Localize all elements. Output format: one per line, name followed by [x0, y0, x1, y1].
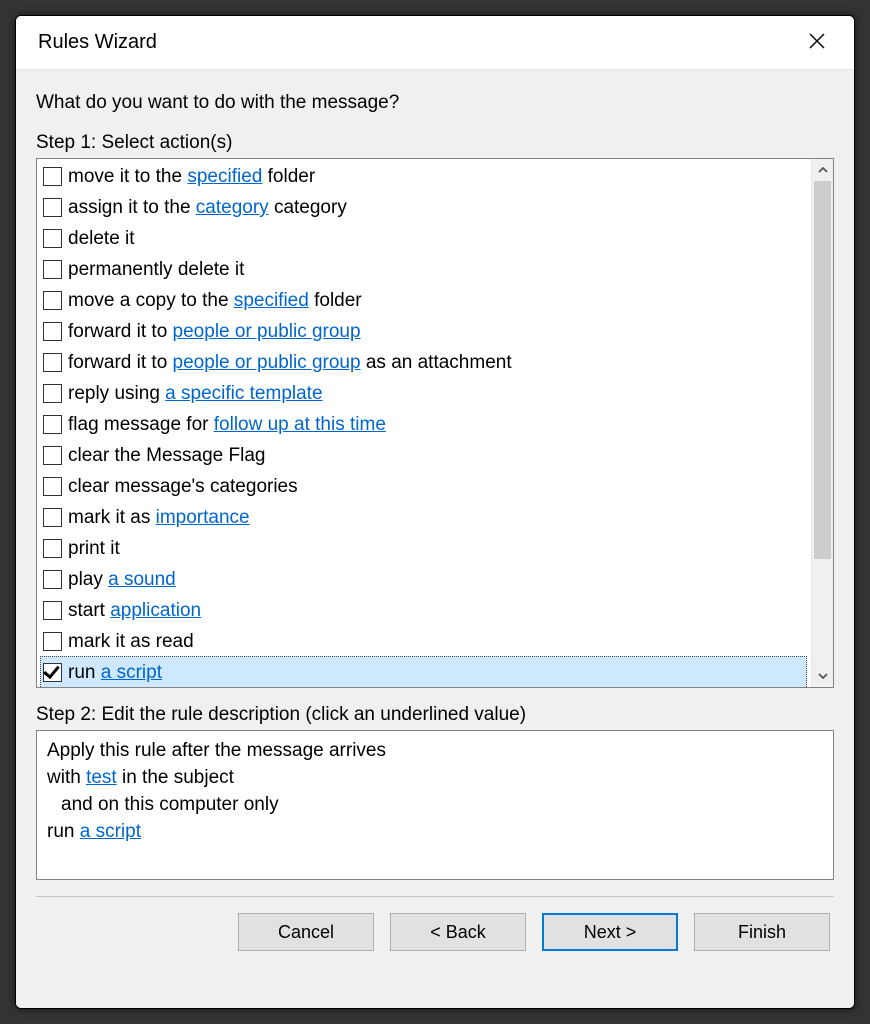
action-link[interactable]: category — [196, 197, 269, 218]
action-link[interactable]: people or public group — [173, 352, 361, 373]
action-label: move it to the specified folder — [68, 162, 315, 191]
action-item[interactable]: mark it as read — [41, 626, 811, 657]
action-checkbox[interactable] — [43, 229, 62, 248]
action-label: forward it to people or public group — [68, 317, 361, 346]
action-link[interactable]: follow up at this time — [214, 414, 386, 435]
titlebar: Rules Wizard — [16, 16, 854, 70]
cancel-button[interactable]: Cancel — [238, 913, 374, 951]
action-label: run a script — [68, 658, 162, 687]
action-checkbox[interactable] — [43, 508, 62, 527]
action-label: start application — [68, 596, 201, 625]
action-label: move a copy to the specified folder — [68, 286, 362, 315]
action-checkbox[interactable] — [43, 353, 62, 372]
action-link[interactable]: a specific template — [165, 383, 322, 404]
action-item[interactable]: delete it — [41, 223, 811, 254]
action-link[interactable]: a script — [101, 662, 162, 683]
content-area: What do you want to do with the message?… — [16, 70, 854, 1008]
actions-list[interactable]: move it to the specified folderassign it… — [37, 159, 811, 687]
action-item[interactable]: forward it to people or public group — [41, 316, 811, 347]
divider — [36, 896, 834, 897]
action-link[interactable]: application — [110, 600, 201, 621]
action-item[interactable]: permanently delete it — [41, 254, 811, 285]
close-icon[interactable] — [800, 28, 834, 58]
action-item[interactable]: play a sound — [41, 564, 811, 595]
action-item[interactable]: print it — [41, 533, 811, 564]
action-checkbox[interactable] — [43, 663, 62, 682]
wizard-question: What do you want to do with the message? — [36, 92, 834, 114]
action-checkbox[interactable] — [43, 322, 62, 341]
action-label: mark it as importance — [68, 503, 250, 532]
action-label: forward it to people or public group as … — [68, 348, 512, 377]
action-label: reply using a specific template — [68, 379, 323, 408]
action-item[interactable]: reply using a specific template — [41, 378, 811, 409]
action-checkbox[interactable] — [43, 198, 62, 217]
actions-scrollbar[interactable] — [811, 159, 833, 687]
description-line: with test in the subject — [47, 764, 823, 791]
action-checkbox[interactable] — [43, 167, 62, 186]
action-link[interactable]: people or public group — [173, 321, 361, 342]
action-label: play a sound — [68, 565, 176, 594]
action-label: clear the Message Flag — [68, 441, 266, 470]
action-item[interactable]: mark it as importance — [41, 502, 811, 533]
back-button[interactable]: < Back — [390, 913, 526, 951]
action-label: print it — [68, 534, 120, 563]
action-item[interactable]: clear message's categories — [41, 471, 811, 502]
action-label: permanently delete it — [68, 255, 244, 284]
scroll-thumb[interactable] — [814, 181, 831, 559]
window-title: Rules Wizard — [38, 31, 157, 54]
action-item[interactable]: move a copy to the specified folder — [41, 285, 811, 316]
action-item[interactable]: start application — [41, 595, 811, 626]
rules-wizard-window: Rules Wizard What do you want to do with… — [15, 15, 855, 1009]
action-label: assign it to the category category — [68, 193, 347, 222]
action-checkbox[interactable] — [43, 632, 62, 651]
finish-button[interactable]: Finish — [694, 913, 830, 951]
action-link[interactable]: a sound — [108, 569, 176, 590]
action-item[interactable]: forward it to people or public group as … — [41, 347, 811, 378]
action-label: flag message for follow up at this time — [68, 410, 386, 439]
action-checkbox[interactable] — [43, 415, 62, 434]
button-bar: Cancel < Back Next > Finish — [36, 913, 834, 965]
description-link[interactable]: a script — [80, 821, 141, 842]
description-line: and on this computer only — [47, 791, 823, 818]
action-checkbox[interactable] — [43, 260, 62, 279]
action-item[interactable]: run a script — [40, 656, 807, 687]
action-link[interactable]: importance — [156, 507, 250, 528]
step2-label: Step 2: Edit the rule description (click… — [36, 704, 834, 726]
action-checkbox[interactable] — [43, 477, 62, 496]
description-link[interactable]: test — [86, 767, 117, 788]
scroll-up-icon[interactable] — [812, 159, 833, 181]
scroll-down-icon[interactable] — [812, 665, 833, 687]
action-checkbox[interactable] — [43, 384, 62, 403]
action-checkbox[interactable] — [43, 539, 62, 558]
action-item[interactable]: clear the Message Flag — [41, 440, 811, 471]
action-label: mark it as read — [68, 627, 194, 656]
action-label: clear message's categories — [68, 472, 298, 501]
action-checkbox[interactable] — [43, 601, 62, 620]
action-label: delete it — [68, 224, 135, 253]
action-link[interactable]: specified — [234, 290, 309, 311]
next-button[interactable]: Next > — [542, 913, 678, 951]
actions-listbox: move it to the specified folderassign it… — [36, 158, 834, 688]
rule-description-box[interactable]: Apply this rule after the message arrive… — [36, 730, 834, 880]
action-item[interactable]: assign it to the category category — [41, 192, 811, 223]
action-checkbox[interactable] — [43, 446, 62, 465]
action-link[interactable]: specified — [187, 166, 262, 187]
step1-label: Step 1: Select action(s) — [36, 132, 834, 154]
action-item[interactable]: flag message for follow up at this time — [41, 409, 811, 440]
action-checkbox[interactable] — [43, 570, 62, 589]
description-line: run a script — [47, 818, 823, 845]
action-checkbox[interactable] — [43, 291, 62, 310]
scroll-track[interactable] — [812, 181, 833, 665]
description-line: Apply this rule after the message arrive… — [47, 737, 823, 764]
action-item[interactable]: move it to the specified folder — [41, 161, 811, 192]
